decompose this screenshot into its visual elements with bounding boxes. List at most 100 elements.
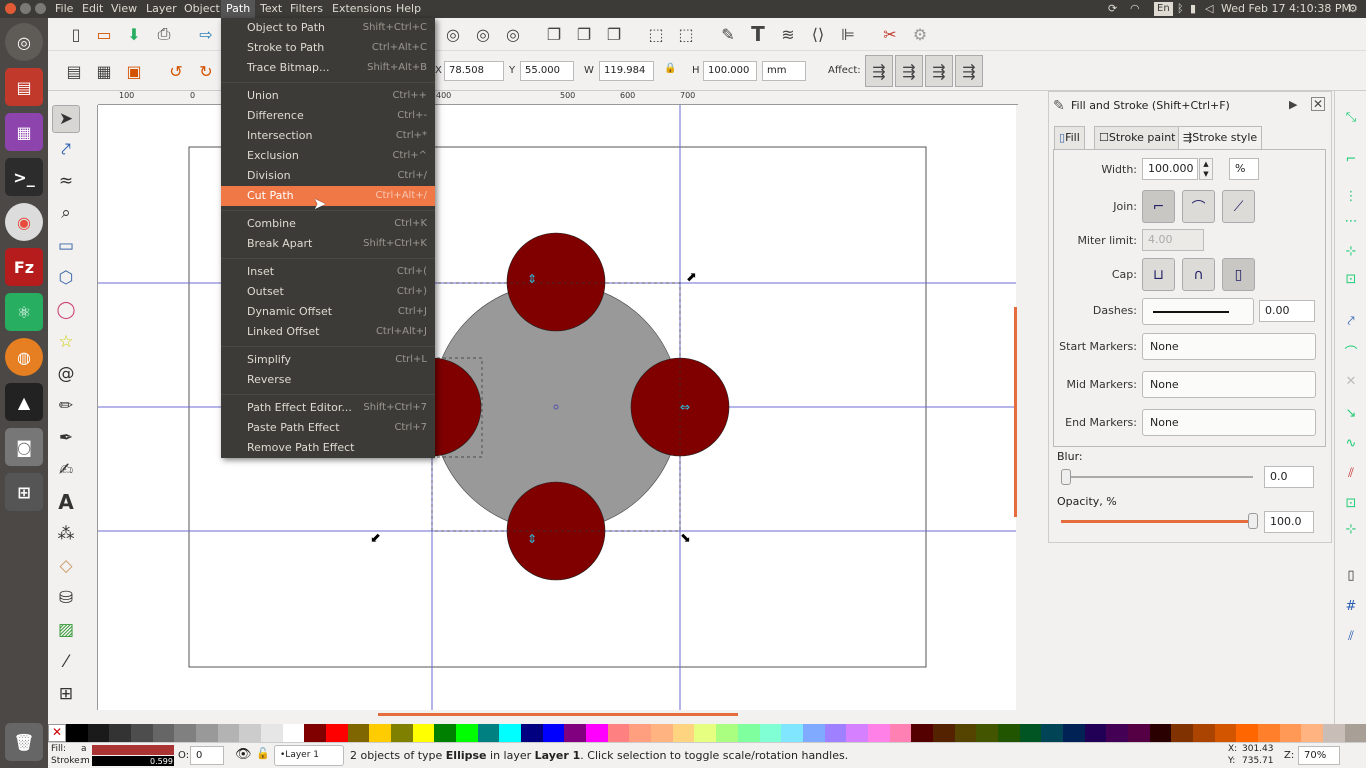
- layers-icon[interactable]: ≋: [776, 22, 800, 46]
- new-document-icon[interactable]: ▯: [64, 22, 88, 46]
- select-all-layers-icon[interactable]: ▦: [92, 59, 116, 83]
- palette-swatch[interactable]: [369, 724, 392, 742]
- snap-paths-icon[interactable]: ⌒: [1341, 341, 1361, 361]
- star-tool-icon[interactable]: ☆: [52, 328, 80, 356]
- menu-item-dynamic-offset[interactable]: Dynamic Offset Ctrl+J: [221, 302, 435, 322]
- palette-swatch[interactable]: [131, 724, 153, 742]
- close-window-icon[interactable]: [5, 3, 16, 14]
- snap-bbox-icon[interactable]: ⌐: [1341, 149, 1361, 169]
- menu-item-outset[interactable]: Outset Ctrl+): [221, 282, 435, 302]
- menu-item-inset[interactable]: Inset Ctrl+(: [221, 262, 435, 282]
- ungroup-icon[interactable]: ⬚: [674, 22, 698, 46]
- palette-swatch[interactable]: [954, 724, 977, 742]
- menu-item-object-to-path[interactable]: Object to Path Shift+Ctrl+C: [221, 18, 435, 38]
- terminal-icon[interactable]: >_: [5, 158, 43, 196]
- palette-swatch[interactable]: [781, 724, 803, 742]
- firefox-icon[interactable]: ◍: [5, 338, 43, 376]
- palette-swatch[interactable]: [1344, 724, 1366, 742]
- dash-offset-input[interactable]: 0.00: [1259, 300, 1315, 322]
- battery-icon[interactable]: ▮: [1190, 0, 1196, 18]
- zoom-page-icon[interactable]: ◎: [501, 22, 525, 46]
- filezilla-icon[interactable]: Fz: [5, 248, 43, 286]
- palette-swatch[interactable]: [542, 724, 565, 742]
- calligraphy-tool-icon[interactable]: ✍: [52, 456, 80, 484]
- affect-stroke-toggle[interactable]: ⇶: [865, 55, 893, 87]
- file-manager-icon[interactable]: ▤: [5, 68, 43, 106]
- menu-item-reverse[interactable]: Reverse: [221, 370, 435, 390]
- current-layer-select[interactable]: •Layer 1: [274, 745, 344, 766]
- palette-swatch[interactable]: [976, 724, 998, 742]
- spray-tool-icon[interactable]: ⁂: [52, 520, 80, 548]
- group-icon[interactable]: ⬚: [644, 22, 668, 46]
- cap-butt-button[interactable]: ⊔: [1142, 258, 1175, 291]
- palette-swatch[interactable]: [434, 724, 457, 742]
- dropper-tool-icon[interactable]: ⁄: [52, 648, 80, 676]
- palette-swatch[interactable]: [1236, 724, 1258, 742]
- palette-swatch[interactable]: [997, 724, 1020, 742]
- palette-swatch[interactable]: [1214, 724, 1237, 742]
- minimize-window-icon[interactable]: [20, 3, 31, 14]
- document-properties-icon[interactable]: ⚙: [908, 22, 932, 46]
- selector-tool-icon[interactable]: ➤: [52, 105, 80, 133]
- menu-item-difference[interactable]: Difference Ctrl+-: [221, 106, 435, 126]
- app-icon[interactable]: ▦: [5, 113, 43, 151]
- chrome-icon[interactable]: ◉: [5, 203, 43, 241]
- tab-stroke-style[interactable]: ⇶Stroke style: [1178, 126, 1263, 149]
- xml-editor-icon[interactable]: ⟨⟩: [806, 22, 830, 46]
- camera-icon[interactable]: ◙: [5, 428, 43, 466]
- inkscape-icon[interactable]: ▲: [5, 383, 43, 421]
- blur-slider[interactable]: [1063, 476, 1253, 478]
- hscroll-thumb[interactable]: [378, 713, 738, 716]
- menu-item-cut-path[interactable]: Cut Path Ctrl+Alt+/: [221, 186, 435, 206]
- join-miter-button[interactable]: ⌐: [1142, 190, 1175, 223]
- zoom-selection-icon[interactable]: ◎: [441, 22, 465, 46]
- dock-collapse-icon[interactable]: ▶: [1289, 98, 1297, 111]
- connector-tool-icon[interactable]: ⊞: [52, 680, 80, 708]
- eraser-tool-icon[interactable]: ◇: [52, 552, 80, 580]
- palette-swatch[interactable]: [586, 724, 608, 742]
- palette-swatch[interactable]: [911, 724, 933, 742]
- no-paint-swatch[interactable]: ✕: [48, 724, 66, 742]
- palette-swatch[interactable]: [326, 724, 348, 742]
- save-icon[interactable]: ⬇: [122, 22, 146, 46]
- tab-stroke-paint[interactable]: ☐Stroke paint: [1094, 126, 1181, 149]
- palette-swatch[interactable]: [1301, 724, 1323, 742]
- fill-stroke-icon[interactable]: ✎: [716, 22, 740, 46]
- fill-swatch[interactable]: [92, 745, 174, 755]
- start-markers-select[interactable]: None: [1142, 333, 1316, 360]
- palette-swatch[interactable]: [1041, 724, 1063, 742]
- pen-tool-icon[interactable]: ✒: [52, 424, 80, 452]
- palette-swatch[interactable]: [1322, 724, 1345, 742]
- text-font-icon[interactable]: T: [746, 22, 770, 46]
- palette-swatch[interactable]: [87, 724, 110, 742]
- menu-object[interactable]: Object: [179, 0, 225, 18]
- menu-item-intersection[interactable]: Intersection Ctrl+*: [221, 126, 435, 146]
- palette-swatch[interactable]: [217, 724, 240, 742]
- menu-item-break-apart[interactable]: Break Apart Shift+Ctrl+K: [221, 234, 435, 254]
- menu-item-division[interactable]: Division Ctrl+/: [221, 166, 435, 186]
- mid-markers-select[interactable]: None: [1142, 371, 1316, 398]
- snap-bbox-centers-icon[interactable]: ⊡: [1341, 269, 1361, 289]
- menu-path[interactable]: Path: [221, 0, 256, 18]
- palette-swatch[interactable]: [867, 724, 890, 742]
- menu-text[interactable]: Text: [255, 0, 287, 18]
- select-all-icon[interactable]: ▤: [62, 59, 86, 83]
- miter-limit-input[interactable]: 4.00: [1142, 229, 1204, 251]
- paint-bucket-tool-icon[interactable]: ⛁: [52, 584, 80, 612]
- palette-swatch[interactable]: [1192, 724, 1215, 742]
- deselect-icon[interactable]: ▣: [122, 59, 146, 83]
- palette-swatch[interactable]: [1019, 724, 1042, 742]
- snap-grid-icon[interactable]: #: [1341, 596, 1361, 616]
- import-icon[interactable]: ⇨: [194, 22, 218, 46]
- volume-icon[interactable]: ◁: [1205, 0, 1213, 18]
- clock[interactable]: Wed Feb 17 4:10:38 PM: [1221, 0, 1351, 18]
- menu-help[interactable]: Help: [391, 0, 426, 18]
- w-input[interactable]: 119.984: [599, 61, 654, 81]
- lock-icon[interactable]: 🔒: [664, 63, 676, 74]
- palette-swatch[interactable]: [1062, 724, 1085, 742]
- palette-swatch[interactable]: [889, 724, 912, 742]
- menu-item-paste-path-effect[interactable]: Paste Path Effect Ctrl+7: [221, 418, 435, 438]
- menu-item-stroke-to-path[interactable]: Stroke to Path Ctrl+Alt+C: [221, 38, 435, 58]
- settings-gear-icon[interactable]: ⚙: [1348, 0, 1358, 18]
- palette-swatch[interactable]: [174, 724, 197, 742]
